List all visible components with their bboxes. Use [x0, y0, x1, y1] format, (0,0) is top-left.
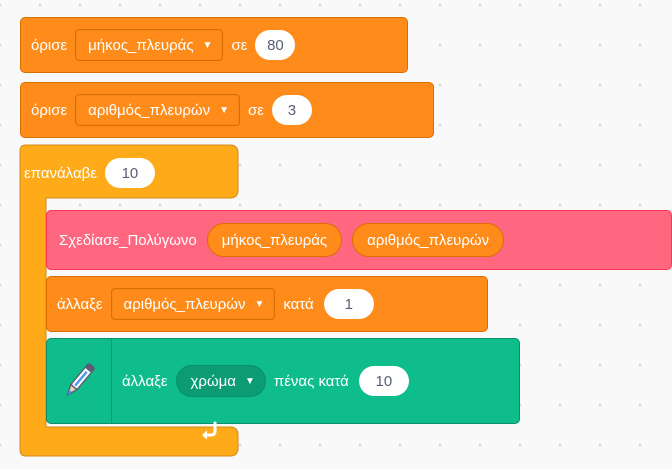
change-sides-by-label: κατά	[283, 295, 314, 313]
change-sides-label: άλλαξε	[57, 295, 103, 313]
set-sides-variable-name: αριθμός_πλευρών	[88, 101, 211, 119]
triangle-down-icon: ▼	[202, 39, 213, 51]
set-length-value-input[interactable]: 80	[255, 30, 296, 60]
set-sides-block[interactable]: όρισε αριθμός_πλευρών ▼ σε 3	[20, 82, 434, 138]
pen-param-dropdown[interactable]: χρώμα ▼	[175, 365, 266, 397]
set-length-variable-dropdown[interactable]: μήκος_πλευράς ▼	[75, 29, 224, 61]
pen-divider	[111, 339, 112, 423]
draw-polygon-arg-sides[interactable]: αριθμός_πλευρών	[352, 223, 505, 257]
repeat-count-input[interactable]: 10	[104, 158, 155, 188]
pen-change-suffix: πένας κατά	[273, 372, 349, 390]
triangle-down-icon: ▼	[244, 375, 255, 387]
pen-param-name: χρώμα	[190, 372, 236, 390]
change-sides-block[interactable]: άλλαξε αριθμός_πλευρών ▼ κατά 1	[46, 276, 488, 332]
loop-arrow-icon	[200, 420, 220, 440]
set-length-label: όρισε	[31, 36, 68, 54]
set-length-variable-name: μήκος_πλευράς	[88, 36, 194, 54]
set-sides-value-input[interactable]: 3	[271, 95, 312, 125]
draw-polygon-label: Σχεδίασε_Πολύγωνο	[59, 231, 197, 249]
change-sides-variable-name: αριθμός_πλευρών	[123, 295, 246, 313]
repeat-label: επανάλαβε	[24, 164, 97, 182]
pen-icon	[47, 339, 111, 423]
pen-change-value-input[interactable]: 10	[358, 366, 409, 396]
set-sides-to-label: σε	[247, 101, 264, 119]
set-length-to-label: σε	[231, 36, 248, 54]
set-length-block[interactable]: όρισε μήκος_πλευράς ▼ σε 80	[20, 17, 408, 73]
triangle-down-icon: ▼	[219, 104, 229, 116]
change-sides-value-input[interactable]: 1	[323, 289, 374, 319]
change-sides-variable-dropdown[interactable]: αριθμός_πλευρών ▼	[110, 288, 276, 320]
triangle-down-icon: ▼	[254, 298, 265, 310]
set-sides-variable-dropdown[interactable]: αριθμός_πλευρών ▼	[75, 94, 240, 126]
pen-change-block[interactable]: άλλαξε χρώμα ▼ πένας κατά 10	[46, 338, 520, 424]
repeat-header[interactable]: επανάλαβε 10	[22, 152, 155, 194]
set-sides-label: όρισε	[31, 101, 68, 119]
draw-polygon-block[interactable]: Σχεδίασε_Πολύγωνο μήκος_πλευράς αριθμός_…	[46, 210, 672, 270]
pen-change-label: άλλαξε	[122, 372, 168, 390]
draw-polygon-arg-length[interactable]: μήκος_πλευράς	[206, 223, 343, 257]
